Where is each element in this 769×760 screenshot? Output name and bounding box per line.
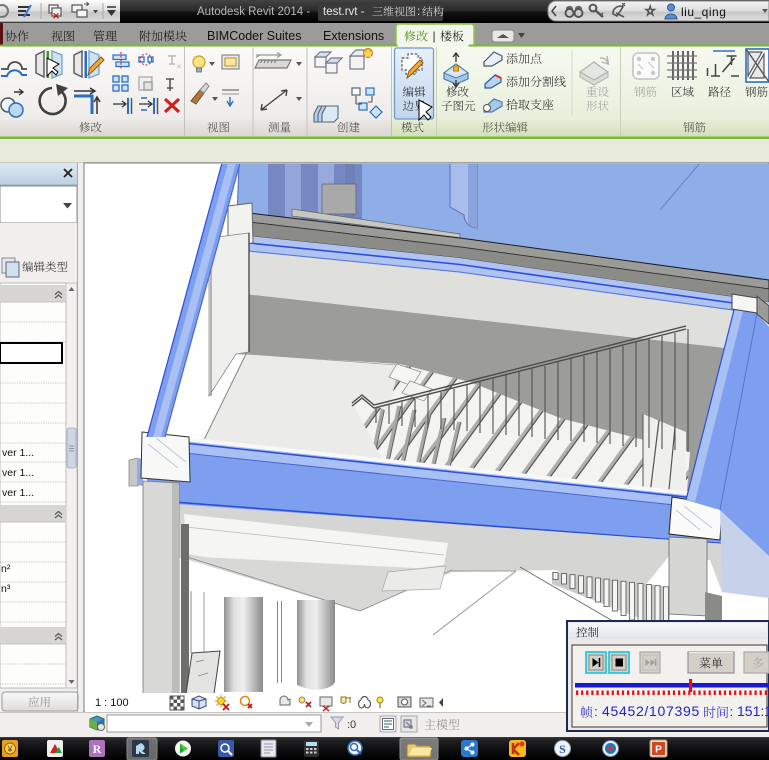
svg-text:ver 1...: ver 1... [2,487,34,499]
svg-text::: : [730,704,734,719]
svg-text:n³: n³ [1,583,11,595]
svg-text::: : [594,704,598,719]
svg-text:151:1: 151:1 [737,703,769,719]
svg-text:✕: ✕ [176,64,182,71]
svg-text:|: | [433,29,436,43]
svg-text::: : [417,6,420,18]
svg-text:ver 1...: ver 1... [2,447,34,459]
svg-text:R: R [93,742,102,756]
svg-text:Autodesk Revit 2014 -: Autodesk Revit 2014 - [197,6,310,18]
svg-text:¥: ¥ [6,744,13,754]
svg-text:S: S [559,742,566,756]
svg-text::0: :0 [347,719,356,731]
svg-text:45452/107395: 45452/107395 [602,703,700,719]
svg-text:liu_qing: liu_qing [681,5,726,19]
svg-text:1 : 100: 1 : 100 [95,697,129,709]
svg-text:Extensions: Extensions [323,29,384,43]
svg-text:✕: ✕ [52,11,60,21]
svg-text:test.rvt -: test.rvt - [323,6,365,18]
svg-text:n²: n² [1,563,11,575]
svg-text:ver 1...: ver 1... [2,467,34,479]
svg-text:BIMCoder Suites: BIMCoder Suites [207,29,301,43]
svg-text:P: P [655,745,662,756]
